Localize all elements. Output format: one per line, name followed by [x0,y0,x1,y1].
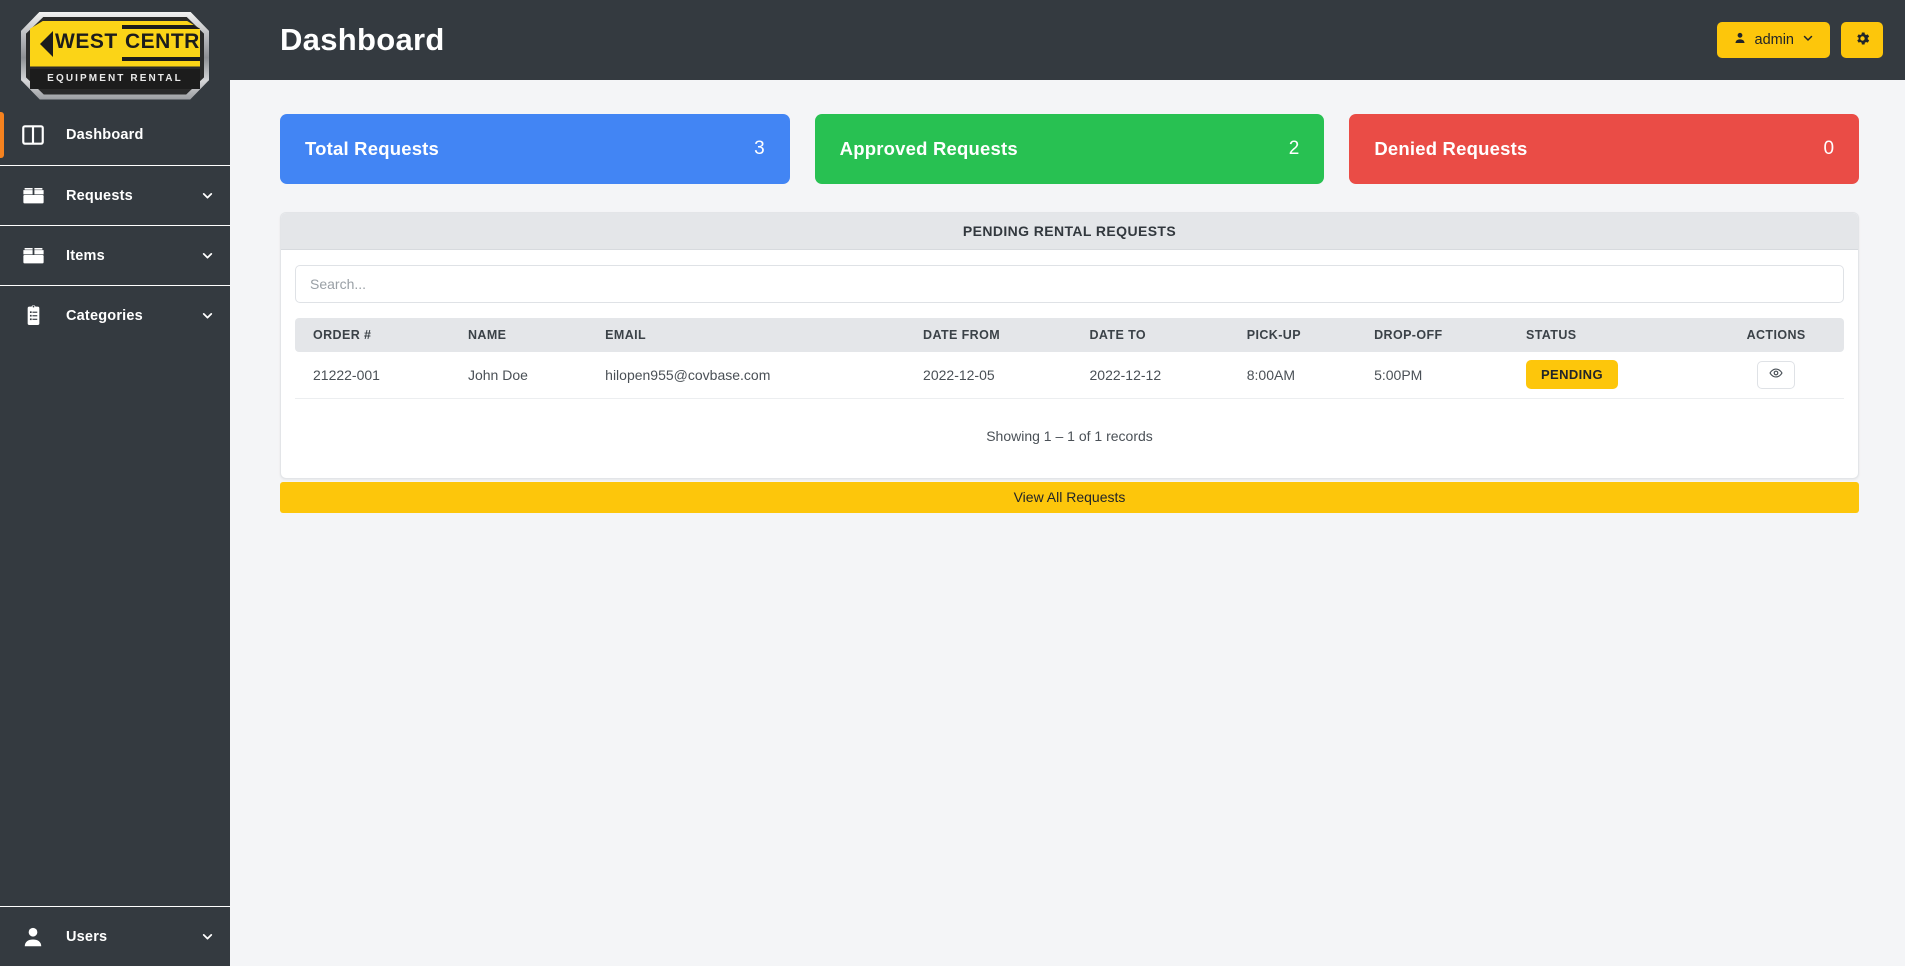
sidebar-nav: Dashboard Requests Items Categories User… [0,105,230,966]
stat-card-total-requests[interactable]: Total Requests 3 [280,114,790,184]
logo-bar-bottom [122,56,200,61]
records-summary: Showing 1 – 1 of 1 records [986,427,1153,444]
view-request-button[interactable] [1757,360,1796,389]
sidebar-item-label: Items [66,247,105,264]
stat-card-label: Approved Requests [839,138,1018,159]
column-header-date-from[interactable]: DATE FROM [913,318,1080,352]
cell-date-from: 2022-12-05 [913,352,1080,399]
chevron-down-icon [1802,32,1814,48]
eye-icon [1769,366,1783,383]
stat-card-approved-requests[interactable]: Approved Requests 2 [814,114,1325,184]
cell-date-to: 2022-12-12 [1079,352,1237,399]
cell-email: hilopen955@covbase.com [595,352,914,399]
sidebar-item-label: Requests [66,187,133,204]
logo-arrow-icon [40,30,53,57]
table-header-row: ORDER # NAME EMAIL DATE FROM DATE TO PIC… [295,318,1844,352]
table-row[interactable]: 21222-001 John Doe hilopen955@covbase.co… [295,352,1844,399]
sidebar-item-label: Dashboard [66,127,144,143]
panel-body: ORDER # NAME EMAIL DATE FROM DATE TO PIC… [281,250,1858,478]
header-actions: admin [1716,22,1883,58]
chevron-down-icon[interactable] [184,309,230,322]
column-header-name[interactable]: NAME [457,318,596,352]
cell-pickup: 8:00AM [1236,352,1365,399]
column-header-email[interactable]: EMAIL [595,318,914,352]
logo-yellow-band: WEST CENTRAL [30,20,200,67]
settings-button[interactable] [1841,22,1883,58]
logo-bar-top [122,24,200,29]
panel-title: PENDING RENTAL REQUESTS [281,213,1858,250]
column-header-dropoff[interactable]: DROP-OFF [1364,318,1516,352]
view-all-requests-button[interactable]: View All Requests [280,481,1859,513]
cell-order: 21222-001 [295,352,458,399]
column-header-order[interactable]: ORDER # [295,318,458,352]
stat-cards: Total Requests 3 Approved Requests 2 Den… [280,114,1860,184]
logo-word-west: WEST [55,29,118,53]
sidebar-item-users[interactable]: Users [0,906,230,966]
cell-dropoff: 5:00PM [1364,352,1516,399]
chevron-down-icon[interactable] [184,930,230,943]
cell-actions [1708,352,1844,399]
stat-card-value: 0 [1823,138,1835,159]
column-header-pickup[interactable]: PICK-UP [1236,318,1365,352]
panel-card: PENDING RENTAL REQUESTS ORDER # NAME EMA… [280,212,1859,479]
column-header-status[interactable]: STATUS [1515,318,1709,352]
dashboard-icon [0,122,66,148]
sidebar-item-requests[interactable]: Requests [0,165,230,225]
pending-requests-table: ORDER # NAME EMAIL DATE FROM DATE TO PIC… [295,318,1844,399]
status-badge: PENDING [1525,360,1618,390]
sidebar: WEST CENTRAL EQUIPMENT RENTAL Dashboard [0,0,230,966]
stat-card-value: 3 [754,138,765,159]
stat-card-label: Total Requests [305,138,440,159]
box-icon [0,242,66,269]
top-header: Dashboard admin [230,0,1905,80]
page-title: Dashboard [280,22,445,57]
clipboard-icon [0,303,66,328]
cell-status: PENDING [1515,352,1709,399]
stat-card-value: 2 [1288,138,1300,159]
search-input[interactable] [295,265,1844,303]
user-icon [1733,31,1747,49]
content-area: Total Requests 3 Approved Requests 2 Den… [230,80,1905,966]
sidebar-item-items[interactable]: Items [0,225,230,285]
pending-requests-panel: PENDING RENTAL REQUESTS ORDER # NAME EMA… [280,212,1859,513]
chevron-down-icon[interactable] [184,249,230,262]
sidebar-item-label: Users [66,928,108,945]
admin-label: admin [1754,32,1795,48]
stat-card-label: Denied Requests [1374,138,1528,159]
sidebar-item-categories[interactable]: Categories [0,285,230,345]
column-header-date-to[interactable]: DATE TO [1079,318,1237,352]
sidebar-item-label: Categories [66,307,143,324]
table-body: 21222-001 John Doe hilopen955@covbase.co… [295,352,1844,399]
logo-subtitle: EQUIPMENT RENTAL [30,68,200,89]
box-icon [0,182,66,209]
column-header-actions: ACTIONS [1708,318,1844,352]
main-area: Dashboard admin Total Requests 3 Approve… [230,0,1905,966]
stat-card-denied-requests[interactable]: Denied Requests 0 [1349,114,1860,184]
table-header: ORDER # NAME EMAIL DATE FROM DATE TO PIC… [295,318,1844,352]
brand-logo[interactable]: WEST CENTRAL EQUIPMENT RENTAL [0,0,230,105]
admin-menu-button[interactable]: admin [1716,22,1830,58]
user-icon [0,924,66,950]
gear-icon [1854,30,1871,50]
logo-word-central: CENTRAL [125,29,229,53]
cell-name: John Doe [457,352,596,399]
chevron-down-icon[interactable] [184,189,230,202]
app-root: WEST CENTRAL EQUIPMENT RENTAL Dashboard [0,0,1905,966]
sidebar-item-dashboard[interactable]: Dashboard [0,105,230,165]
